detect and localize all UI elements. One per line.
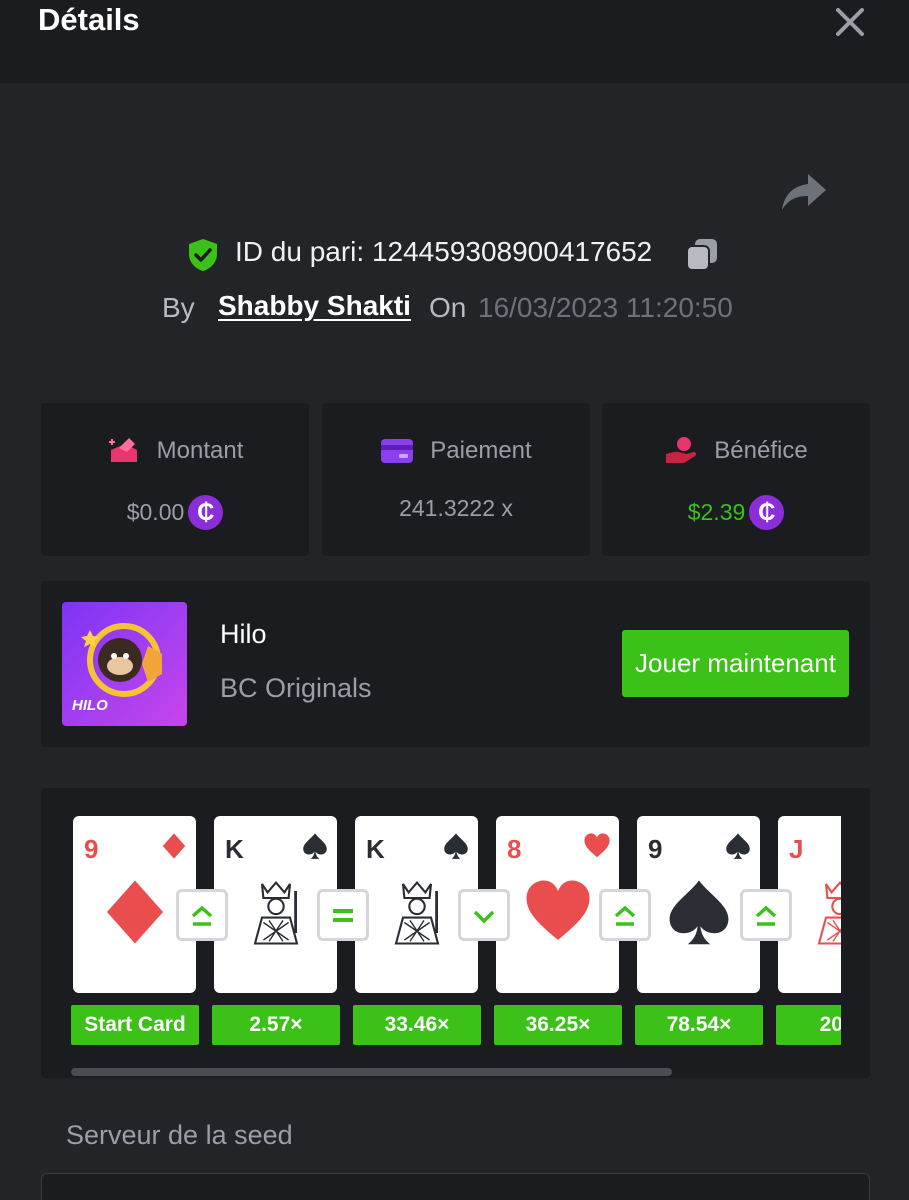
coin-icon: ₵ (749, 495, 785, 530)
server-seed-field[interactable] (41, 1173, 870, 1200)
copy-icon[interactable] (684, 236, 720, 272)
card-multiplier: 204. (776, 1005, 841, 1045)
stat-value: $0.00 (126, 499, 185, 525)
diamond-icon (162, 833, 186, 859)
face-card-figure (394, 880, 440, 945)
stat-profit: Bénéfice $2.39 ₵ (602, 403, 870, 556)
horizontal-scrollbar[interactable] (71, 1068, 672, 1076)
stat-label: Bénéfice (714, 437, 808, 464)
by-label: By (162, 292, 195, 323)
face-card-figure (253, 880, 299, 945)
on-label: On (429, 292, 467, 323)
card-multiplier: 78.54× (635, 1005, 763, 1045)
page-title: Détails (38, 2, 140, 37)
card-rank: 9 (648, 834, 663, 864)
prediction-lower-icon (458, 889, 510, 941)
cards-panel: 9 Start Card K 2.57× K 33.46× 8 36.25× 9 78.54× J 2… (41, 788, 870, 1078)
stat-label: Montant (156, 437, 244, 464)
prediction-higher-icon (740, 889, 792, 941)
amount-icon (108, 438, 137, 462)
face-card-figure (817, 880, 841, 945)
close-icon[interactable] (832, 4, 868, 40)
prediction-higher-icon (176, 889, 228, 941)
profit-hand-icon (666, 437, 697, 463)
card-rank: J (789, 834, 804, 864)
bet-byline: By Shabby Shakti On 16/03/2023 11:20:50 (0, 288, 909, 328)
spade-icon (444, 833, 468, 859)
game-name: Hilo (220, 619, 267, 649)
game-provider: BC Originals (220, 673, 372, 703)
user-link[interactable]: Shabby Shakti (218, 290, 411, 322)
heart-icon (584, 833, 610, 858)
play-now-button[interactable]: Jouer maintenant (622, 630, 849, 697)
cards-strip[interactable]: 9 Start Card K 2.57× K 33.46× 8 36.25× 9 78.54× J 2… (71, 816, 841, 1051)
card-multiplier: 33.46× (353, 1005, 481, 1045)
prediction-equal-icon (317, 889, 369, 941)
heart-icon (526, 880, 590, 940)
coin-icon: ₵ (188, 495, 224, 530)
stat-value: 241.3222 x (399, 495, 513, 521)
stat-label: Paiement (430, 437, 532, 464)
game-panel: HILO Hilo BC Originals Jouer maintenant (41, 581, 870, 747)
card-multiplier: 36.25× (494, 1005, 622, 1045)
spade-icon (669, 880, 729, 945)
spade-icon (303, 833, 327, 859)
server-seed-label: Serveur de la seed (66, 1120, 293, 1150)
share-icon[interactable] (780, 170, 828, 212)
prediction-higher-icon (599, 889, 651, 941)
stat-payout: Paiement 241.3222 x (322, 403, 590, 556)
card-rank: K (366, 834, 385, 864)
bet-id: ID du pari: 124459308900417652 (235, 236, 653, 267)
spade-icon (726, 833, 750, 859)
game-thumbnail[interactable]: HILO (62, 602, 187, 726)
card-rank: K (225, 834, 244, 864)
card-multiplier: Start Card (71, 1005, 199, 1045)
game-thumb-label: HILO (72, 697, 108, 714)
bet-date: 16/03/2023 11:20:50 (478, 292, 733, 323)
card-rank: 9 (84, 834, 99, 864)
bet-id-row: ID du pari: 124459308900417652 (0, 232, 909, 272)
header-bar: Détails (0, 0, 909, 83)
shield-check-icon (189, 239, 217, 271)
card-rank: 8 (507, 834, 522, 864)
card-icon (381, 439, 414, 463)
card-multiplier: 2.57× (212, 1005, 340, 1045)
stat-value: $2.39 (687, 499, 746, 525)
diamond-icon (107, 880, 163, 944)
stat-amount: Montant $0.00 ₵ (41, 403, 309, 556)
